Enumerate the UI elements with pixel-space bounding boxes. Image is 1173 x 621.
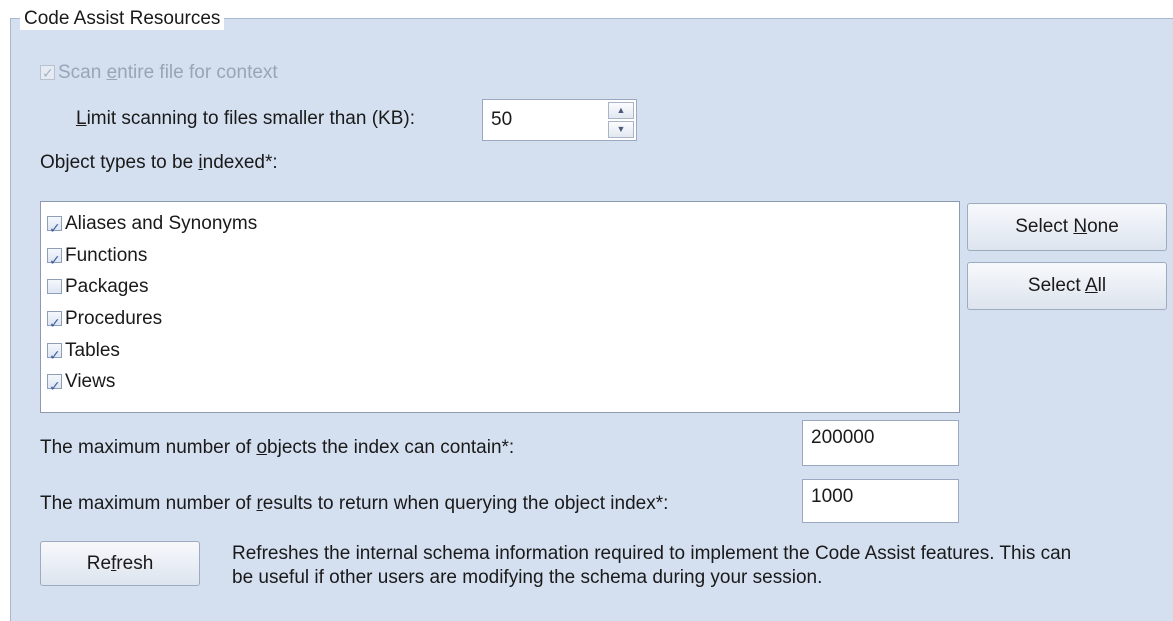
limit-size-value[interactable]: 50 [491, 109, 512, 131]
max-objects-input[interactable]: 200000 [802, 420, 959, 466]
refresh-button[interactable]: Refresh [40, 541, 200, 586]
list-item[interactable]: Functions [47, 241, 147, 276]
limit-scanning-label: Limit scanning to files smaller than (KB… [76, 108, 415, 129]
list-item[interactable]: Procedures [47, 304, 162, 339]
item-checkbox[interactable] [47, 214, 62, 244]
item-checkbox[interactable] [47, 279, 62, 295]
list-item[interactable]: Packages [47, 272, 148, 302]
item-checkbox[interactable] [47, 246, 62, 276]
max-objects-label: The maximum number of objects the index … [40, 437, 515, 458]
object-types-label: Object types to be indexed*: [40, 152, 278, 173]
spin-up-icon[interactable]: ▲ [608, 102, 634, 119]
limit-size-stepper[interactable]: 50 ▲ ▼ [482, 99, 637, 141]
select-all-button[interactable]: Select All [967, 262, 1167, 310]
list-item[interactable]: Tables [47, 336, 120, 371]
list-item[interactable]: Aliases and Synonyms [47, 209, 257, 244]
select-none-button[interactable]: Select None [967, 203, 1167, 251]
spin-down-icon[interactable]: ▼ [608, 121, 634, 138]
scan-checkbox-box[interactable] [40, 63, 55, 85]
refresh-description-line2: be useful if other users are modifying t… [232, 567, 823, 588]
group-title: Code Assist Resources [20, 8, 225, 30]
item-checkbox[interactable] [47, 309, 62, 339]
scan-entire-file-checkbox[interactable]: Scan entire file for context [40, 62, 278, 85]
item-checkbox[interactable] [47, 341, 62, 371]
max-results-label: The maximum number of results to return … [40, 493, 669, 514]
max-results-input[interactable]: 1000 [802, 479, 959, 523]
item-checkbox[interactable] [47, 372, 62, 402]
list-item[interactable]: Views [47, 367, 115, 402]
refresh-description-line1: Refreshes the internal schema informatio… [232, 543, 1072, 564]
object-types-list[interactable]: Aliases and Synonyms Functions Packages … [40, 201, 960, 413]
